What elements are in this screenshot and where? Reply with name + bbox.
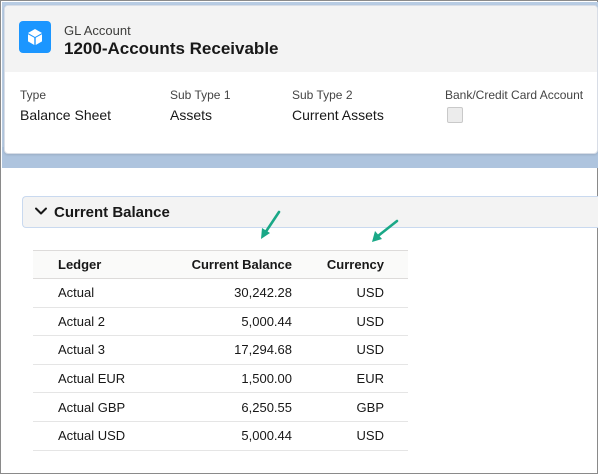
currency-cell: GBP bbox=[292, 392, 408, 422]
field-bank-account-label: Bank/Credit Card Account bbox=[445, 88, 584, 102]
balance-cell: 5,000.44 bbox=[163, 421, 292, 451]
column-header-current-balance[interactable]: Current Balance bbox=[163, 250, 292, 279]
record-header: GL Account 1200-Accounts Receivable bbox=[5, 6, 597, 72]
chevron-down-icon bbox=[35, 207, 47, 215]
balance-cell: 30,242.28 bbox=[163, 278, 292, 308]
current-balance-section-toggle[interactable]: Current Balance bbox=[22, 196, 598, 228]
balance-cell: 6,250.55 bbox=[163, 392, 292, 422]
currency-cell: USD bbox=[292, 421, 408, 451]
currency-cell: USD bbox=[292, 335, 408, 365]
bank-credit-card-checkbox bbox=[447, 107, 463, 123]
ledger-cell: Actual GBP bbox=[33, 392, 163, 422]
ledger-cell: Actual USD bbox=[33, 421, 163, 451]
table-header-row: Ledger Current Balance Currency bbox=[33, 250, 408, 279]
annotation-arrow-icon bbox=[372, 219, 399, 242]
screenshot-frame: GL Account 1200-Accounts Receivable Type… bbox=[0, 0, 598, 474]
currency-cell: EUR bbox=[292, 364, 408, 394]
field-subtype1-value: Assets bbox=[170, 107, 213, 123]
balance-cell: 17,294.68 bbox=[163, 335, 292, 365]
field-type-label: Type bbox=[20, 88, 47, 102]
balance-cell: 5,000.44 bbox=[163, 307, 292, 337]
field-subtype2-label: Sub Type 2 bbox=[292, 88, 353, 102]
object-type-label: GL Account bbox=[64, 23, 131, 38]
cube-icon bbox=[19, 21, 51, 53]
balance-cell: 1,500.00 bbox=[163, 364, 292, 394]
ledger-cell: Actual 2 bbox=[33, 307, 163, 337]
record-highlights-panel: GL Account 1200-Accounts Receivable Type… bbox=[4, 5, 598, 154]
table-row: Actual GBP 6,250.55 GBP bbox=[33, 392, 408, 422]
table-row: Actual 2 5,000.44 USD bbox=[33, 307, 408, 337]
currency-cell: USD bbox=[292, 278, 408, 308]
ledger-cell: Actual 3 bbox=[33, 335, 163, 365]
ledger-cell: Actual EUR bbox=[33, 364, 163, 394]
section-title: Current Balance bbox=[54, 204, 170, 221]
annotation-arrow-icon bbox=[261, 210, 281, 239]
column-header-currency[interactable]: Currency bbox=[292, 250, 408, 279]
record-title: 1200-Accounts Receivable bbox=[64, 39, 279, 58]
table-row: Actual USD 5,000.44 USD bbox=[33, 421, 408, 451]
field-subtype1-label: Sub Type 1 bbox=[170, 88, 231, 102]
table-row: Actual 3 17,294.68 USD bbox=[33, 335, 408, 365]
field-subtype2-value: Current Assets bbox=[292, 107, 384, 123]
table-row: Actual 30,242.28 USD bbox=[33, 278, 408, 308]
ledger-cell: Actual bbox=[33, 278, 163, 308]
table-row: Actual EUR 1,500.00 EUR bbox=[33, 364, 408, 394]
field-type-value: Balance Sheet bbox=[20, 107, 112, 123]
ledger-balance-table: Ledger Current Balance Currency Actual 3… bbox=[33, 250, 408, 451]
currency-cell: USD bbox=[292, 307, 408, 337]
column-header-ledger[interactable]: Ledger bbox=[33, 250, 163, 279]
